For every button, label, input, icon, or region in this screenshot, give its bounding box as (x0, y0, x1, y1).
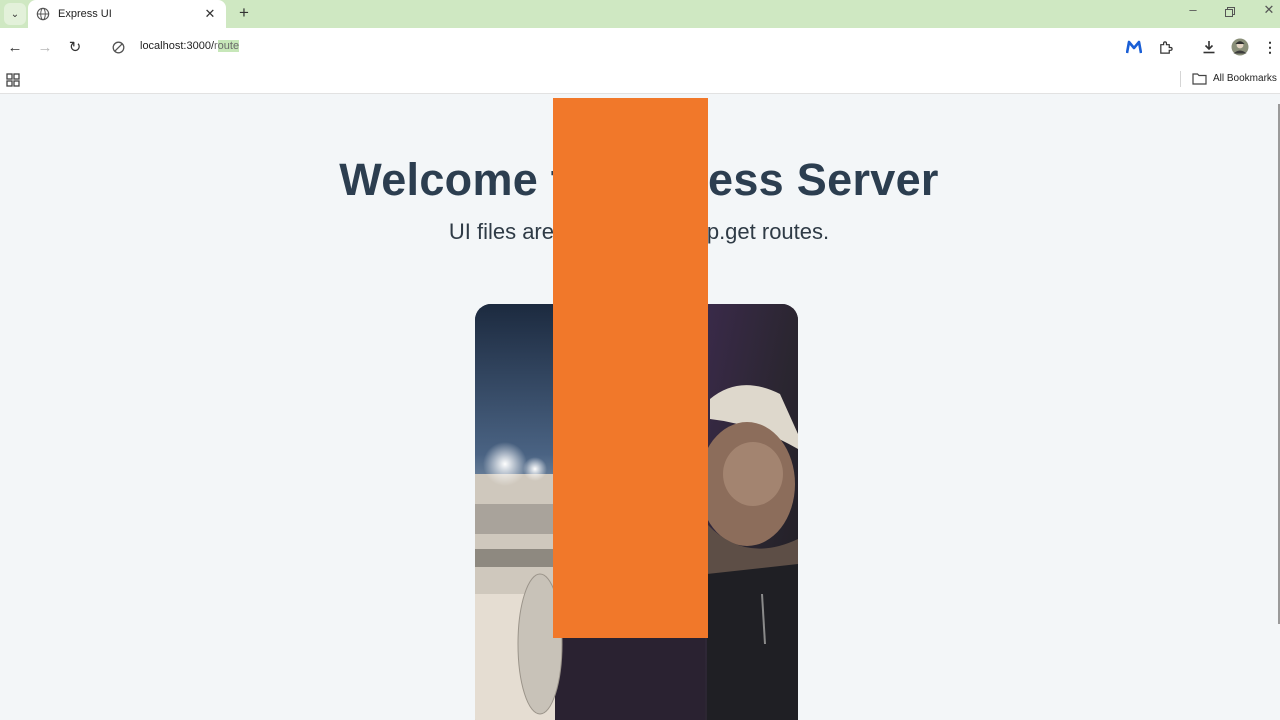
profile-button[interactable] (1229, 36, 1251, 58)
all-bookmarks-button[interactable]: All Bookmarks (1192, 72, 1277, 85)
back-button[interactable]: ← (4, 36, 26, 58)
site-info-icon (112, 41, 124, 53)
tab-title: Express UI (58, 8, 112, 20)
arrow-right-icon: → (37, 38, 53, 56)
close-icon[interactable]: ✕ (202, 6, 218, 22)
tab-express-ui[interactable]: Express UI ✕ (28, 0, 226, 28)
menu-button[interactable]: ⋮ (1259, 36, 1280, 58)
download-icon (1203, 41, 1215, 54)
folder-icon (1192, 73, 1207, 85)
extension-m-icon (1126, 40, 1142, 54)
avatar (1231, 38, 1249, 56)
restore-icon (1225, 7, 1235, 17)
orange-overlay-block (553, 98, 708, 638)
minimize-button[interactable]: – (1181, 2, 1205, 22)
close-icon: ✕ (1263, 2, 1275, 17)
url-host: localhost:3000/ (140, 40, 214, 52)
plus-icon: + (239, 3, 249, 22)
forward-button[interactable]: → (34, 36, 56, 58)
site-info-button[interactable] (108, 37, 128, 57)
more-vert-icon: ⋮ (1263, 38, 1277, 55)
all-bookmarks-label: All Bookmarks (1213, 73, 1277, 84)
new-tab-button[interactable]: + (234, 3, 254, 23)
tab-search-button[interactable]: ⌄ (4, 3, 26, 25)
globe-icon (36, 7, 50, 21)
reload-button[interactable]: ↻ (64, 36, 86, 58)
extension-m-button[interactable] (1123, 36, 1145, 58)
url-path-highlight: oute (217, 40, 240, 52)
apps-grid-icon[interactable] (6, 73, 20, 87)
close-window-button[interactable]: ✕ (1257, 2, 1280, 22)
puzzle-icon (1159, 40, 1173, 54)
bookmarks-bar: All Bookmarks (0, 66, 1280, 94)
address-bar[interactable]: localhost:3000/route (140, 40, 240, 52)
arrow-left-icon: ← (7, 38, 23, 56)
restore-button[interactable] (1218, 2, 1242, 22)
bookmarks-divider (1180, 71, 1181, 87)
browser-toolbar: ← → ↻ localhost:3000/route ⋮ (0, 28, 1280, 66)
minimize-icon: – (1189, 2, 1197, 17)
chevron-down-icon: ⌄ (10, 8, 20, 20)
extensions-button[interactable] (1154, 36, 1176, 58)
downloads-button[interactable] (1198, 36, 1220, 58)
reload-icon: ↻ (68, 39, 82, 56)
tab-strip: ⌄ Express UI ✕ + – ✕ (0, 0, 1280, 28)
